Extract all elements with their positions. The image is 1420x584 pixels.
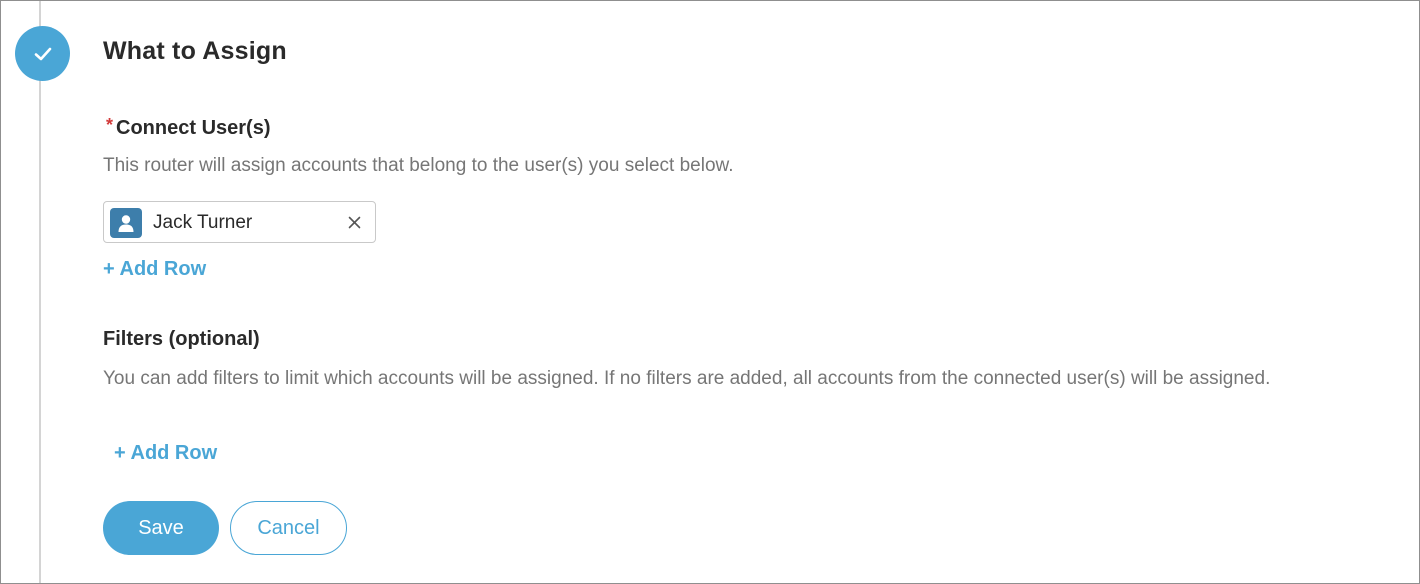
connect-users-label: * Connect User(s) [106,115,271,140]
add-user-row-link[interactable]: + Add Row [103,258,206,281]
add-filter-row-link[interactable]: + Add Row [114,442,217,465]
check-icon [34,47,51,60]
save-button[interactable]: Save [103,501,219,555]
step-connector-line [39,1,41,583]
remove-user-icon[interactable] [345,213,363,231]
connect-users-help: This router will assign accounts that be… [103,155,734,176]
step-title: What to Assign [103,37,287,65]
filters-help: You can add filters to limit which accou… [103,368,1271,389]
selected-user-chip[interactable]: Jack Turner [103,201,376,243]
cancel-button[interactable]: Cancel [230,501,347,555]
connect-users-label-text: Connect User(s) [116,117,271,139]
user-icon [110,208,142,238]
filters-label: Filters (optional) [103,328,260,350]
step-complete-indicator [15,26,70,81]
required-marker: * [106,115,114,135]
assign-step-panel: What to Assign * Connect User(s) This rou… [0,0,1420,584]
selected-user-name: Jack Turner [153,212,253,233]
